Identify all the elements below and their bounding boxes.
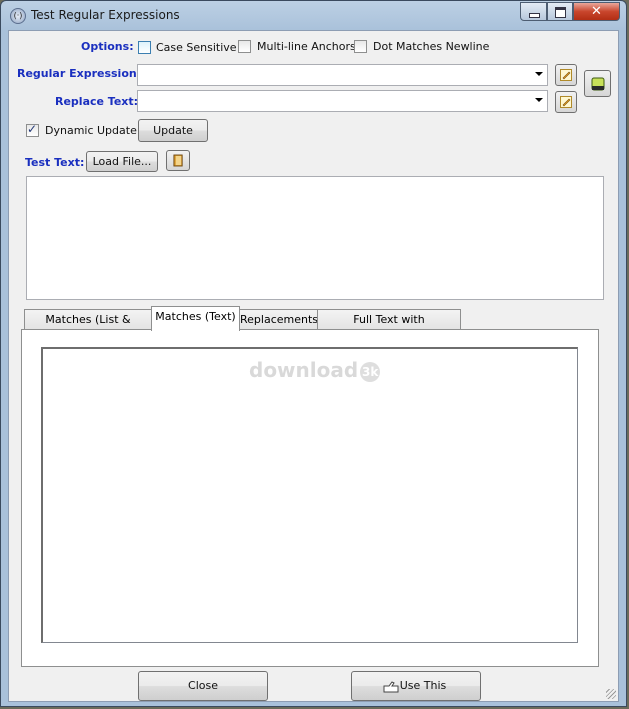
dialog-client-area: Options: Case Sensitive Multi-line Ancho… (8, 30, 619, 702)
open-book-button[interactable] (166, 150, 190, 171)
edit-regex-button[interactable] (555, 64, 577, 86)
maximize-icon (555, 7, 566, 18)
hand-pointer-icon (383, 681, 399, 693)
matches-text-area[interactable]: download 3k (41, 347, 578, 643)
regular-expression-label: Regular Expression: (17, 67, 142, 80)
regex-app-icon: (·) (10, 8, 26, 24)
download-watermark: download 3k (249, 358, 381, 382)
dialog-window: (·) Test Regular Expressions ✕ Options: … (0, 0, 627, 707)
minimize-button[interactable] (520, 2, 547, 21)
replace-text-combo[interactable] (137, 90, 548, 112)
test-text-area[interactable] (26, 176, 604, 300)
database-icon (591, 77, 605, 91)
regular-expression-combo[interactable] (137, 64, 548, 86)
tab-panel: download 3k (21, 329, 599, 667)
case-sensitive-checkbox[interactable] (138, 41, 151, 54)
dynamic-update-label: Dynamic Update (45, 124, 137, 137)
multiline-anchors-checkbox[interactable] (238, 40, 251, 53)
use-this-button[interactable]: Use This (351, 671, 481, 701)
dynamic-update-checkbox[interactable] (26, 122, 39, 137)
edit-replace-button[interactable] (555, 91, 577, 113)
replace-text-label: Replace Text: (55, 95, 139, 108)
multiline-anchors-label: Multi-line Anchors (257, 40, 356, 53)
tab-full-text-with-replacements[interactable]: Full Text with Replacements (317, 309, 461, 345)
tab-replacements[interactable]: Replacements (239, 309, 318, 330)
chevron-down-icon[interactable] (535, 98, 543, 102)
close-icon: ✕ (591, 4, 602, 19)
dot-matches-newline-checkbox[interactable] (354, 40, 367, 53)
resize-grip[interactable] (606, 689, 616, 699)
update-button[interactable]: Update (138, 119, 208, 142)
pencil-icon (560, 96, 572, 108)
minimize-icon (529, 13, 540, 18)
regex-library-button[interactable] (584, 70, 611, 97)
watermark-badge: 3k (360, 361, 381, 382)
watermark-text: download (249, 358, 359, 382)
maximize-button[interactable] (547, 2, 573, 21)
options-label: Options: (81, 40, 134, 53)
case-sensitive-label: Case Sensitive (156, 41, 237, 54)
use-this-label: Use This (399, 679, 447, 692)
test-text-label: Test Text: (25, 156, 85, 169)
book-icon (173, 154, 183, 167)
chevron-down-icon[interactable] (535, 72, 543, 76)
close-window-button[interactable]: ✕ (573, 2, 620, 21)
load-file-button[interactable]: Load File... (86, 151, 158, 172)
tab-matches-text[interactable]: Matches (Text) (151, 306, 240, 331)
dot-matches-newline-label: Dot Matches Newline (373, 40, 490, 53)
close-button[interactable]: Close (138, 671, 268, 701)
title-bar[interactable]: (·) Test Regular Expressions ✕ (1, 1, 626, 31)
window-title: Test Regular Expressions (31, 8, 180, 22)
pencil-icon (560, 69, 572, 81)
tab-matches-list-groups[interactable]: Matches (List & Groups) (24, 309, 152, 345)
